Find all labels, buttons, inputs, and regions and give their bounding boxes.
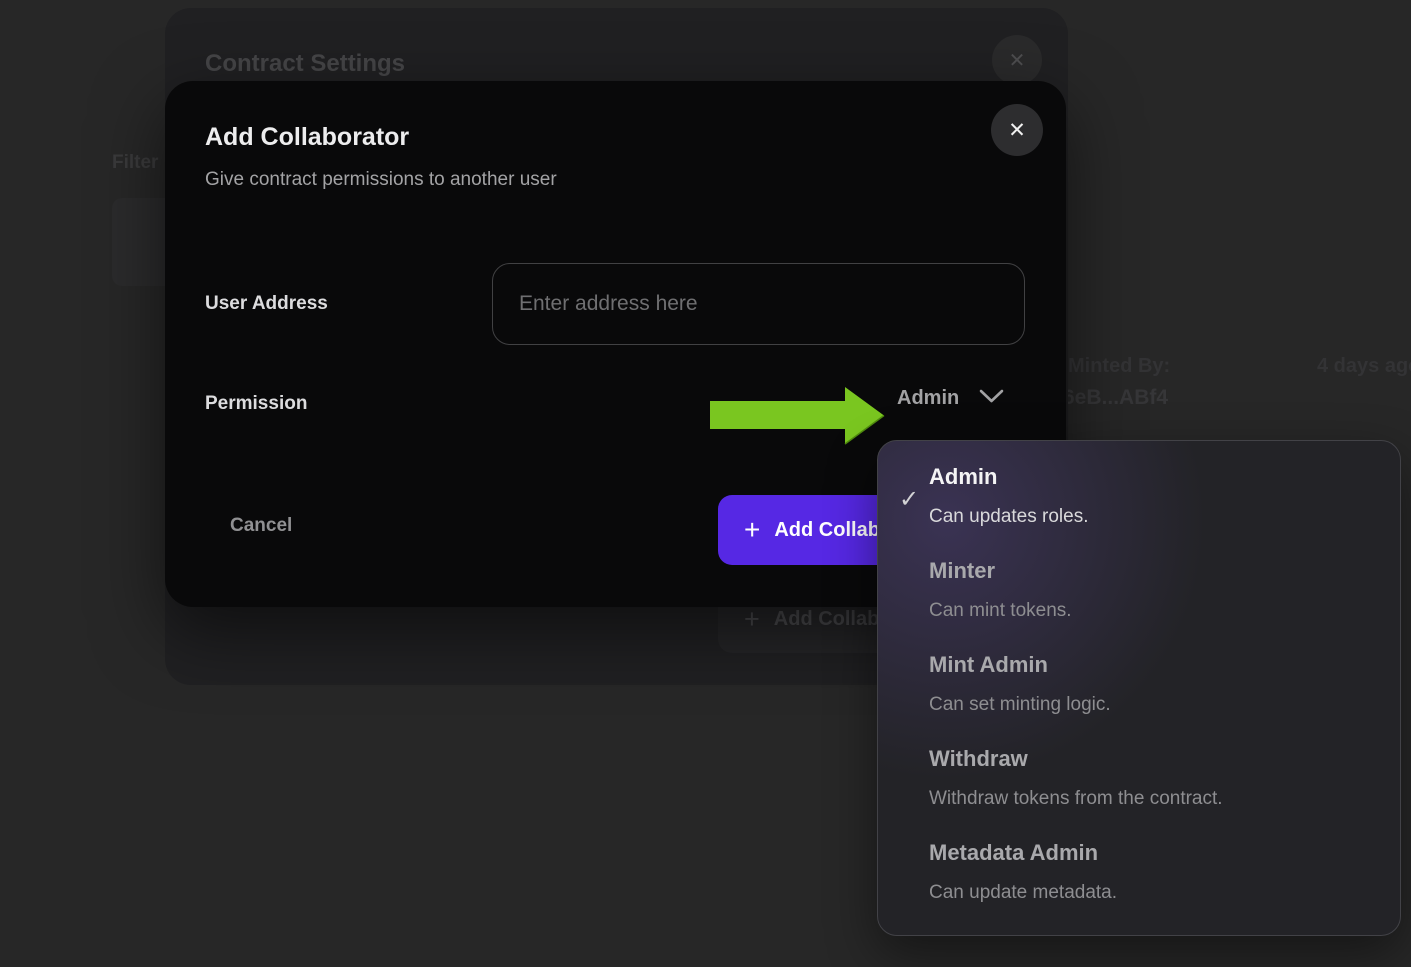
close-icon: ✕ [1009, 48, 1026, 73]
option-title: Metadata Admin [929, 839, 1370, 867]
chevron-down-icon [979, 389, 1004, 409]
permission-selected-value: Admin [897, 387, 959, 410]
permission-label: Permission [205, 393, 307, 415]
option-title: Admin [929, 463, 1370, 491]
option-description: Can mint tokens. [929, 598, 1370, 624]
cancel-button[interactable]: Cancel [230, 515, 292, 537]
user-address-label: User Address [205, 293, 328, 315]
dropdown-option-admin[interactable]: Admin Can updates roles. [929, 463, 1370, 530]
option-title: Minter [929, 557, 1370, 585]
user-address-input[interactable] [492, 263, 1025, 345]
dropdown-option-minter[interactable]: Minter Can mint tokens. [929, 557, 1370, 624]
contract-settings-title: Contract Settings [205, 50, 405, 78]
plus-icon: + [744, 604, 760, 635]
dialog-close-button[interactable]: ✕ [991, 104, 1043, 156]
plus-icon: + [744, 514, 760, 546]
annotation-arrow-icon [705, 383, 895, 454]
dropdown-option-metadata-admin[interactable]: Metadata Admin Can update metadata. [929, 839, 1370, 906]
background-minted-by-label: Minted By: [1068, 355, 1170, 378]
option-description: Can set minting logic. [929, 692, 1370, 718]
option-title: Mint Admin [929, 651, 1370, 679]
option-title: Withdraw [929, 745, 1370, 773]
check-icon: ✓ [899, 485, 919, 514]
background-filter-label: Filter [112, 152, 158, 174]
background-minted-time: 4 days ago [1317, 355, 1411, 378]
permission-select[interactable]: Admin [897, 387, 1004, 410]
dropdown-option-mint-admin[interactable]: Mint Admin Can set minting logic. [929, 651, 1370, 718]
dialog-subtitle: Give contract permissions to another use… [205, 169, 557, 191]
permission-dropdown-menu: ✓ Admin Can updates roles. Minter Can mi… [877, 440, 1401, 936]
dialog-title: Add Collaborator [205, 123, 409, 152]
option-description: Withdraw tokens from the contract. [929, 786, 1370, 812]
screen: Filter Minted By: 4 days ago 6eB...ABf4 … [0, 0, 1411, 967]
background-minted-address: 6eB...ABf4 [1063, 386, 1168, 410]
contract-settings-close-button[interactable]: ✕ [992, 35, 1042, 85]
option-description: Can update metadata. [929, 880, 1370, 906]
close-icon: ✕ [1008, 118, 1026, 143]
option-description: Can updates roles. [929, 504, 1370, 530]
dropdown-option-withdraw[interactable]: Withdraw Withdraw tokens from the contra… [929, 745, 1370, 812]
